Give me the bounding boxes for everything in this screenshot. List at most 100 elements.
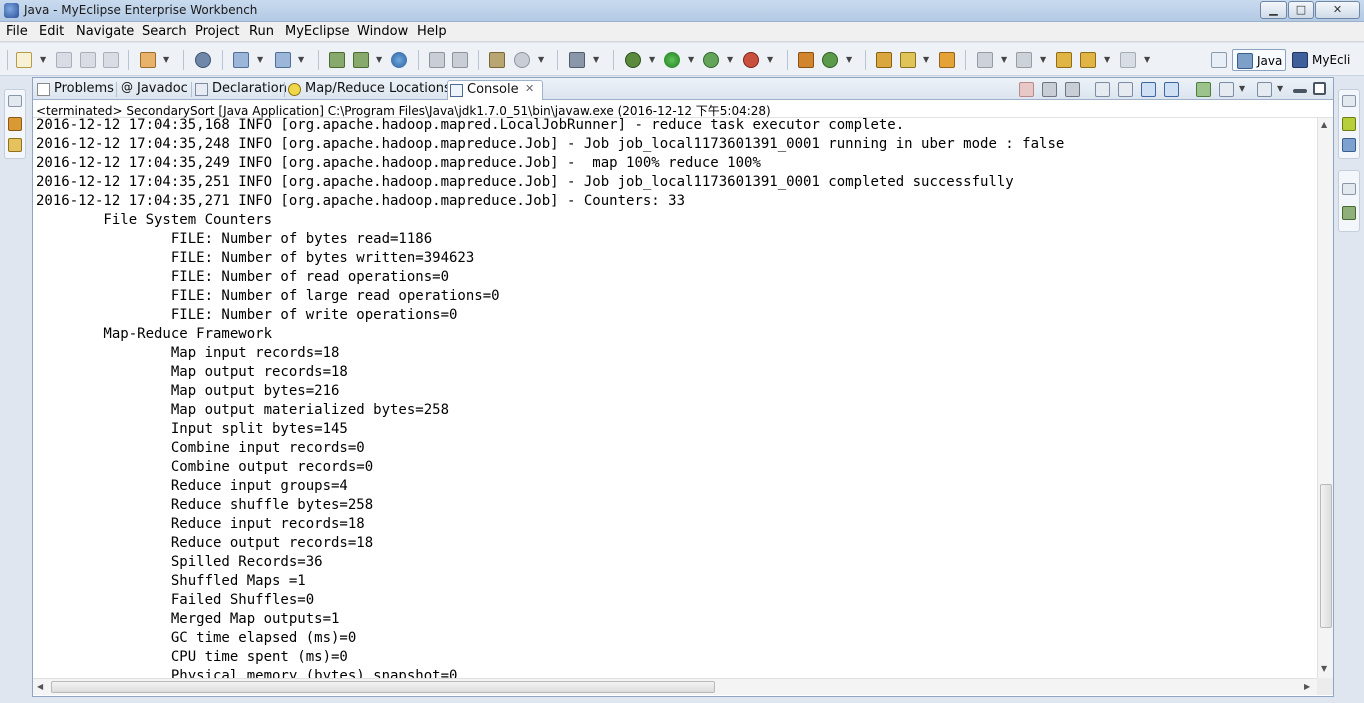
scroll-left-arrow-icon[interactable]: ◀ xyxy=(37,682,43,691)
clear-console-icon[interactable] xyxy=(1095,82,1110,97)
maximize-view-icon[interactable] xyxy=(1313,82,1326,95)
remove-all-terminated-icon[interactable] xyxy=(1065,82,1080,97)
web-service-icon[interactable] xyxy=(489,52,505,68)
open-perspective-icon[interactable] xyxy=(1211,52,1227,68)
hierarchy-icon[interactable] xyxy=(8,138,22,152)
tab-map-reduce-locations[interactable]: Map/Reduce Locations xyxy=(286,80,451,100)
menu-search[interactable]: Search xyxy=(142,24,187,39)
show-on-output-icon[interactable] xyxy=(1141,82,1156,97)
restore-icon[interactable] xyxy=(1342,183,1356,195)
run-icon[interactable] xyxy=(664,52,680,68)
back-nav-icon[interactable] xyxy=(1080,52,1096,68)
open-task-icon[interactable] xyxy=(939,52,955,68)
menu-help[interactable]: Help xyxy=(417,24,447,39)
tab-console[interactable]: Console ✕ xyxy=(447,80,543,100)
forward-icon[interactable] xyxy=(429,52,445,68)
pencil-icon[interactable] xyxy=(900,52,916,68)
vertical-scroll-thumb[interactable] xyxy=(1320,484,1332,628)
print-icon[interactable] xyxy=(103,52,119,68)
deploy-dropdown-icon[interactable]: ▼ xyxy=(257,55,263,64)
minimize-button[interactable]: ▁ xyxy=(1260,1,1287,19)
maximize-button[interactable]: □ xyxy=(1288,1,1314,19)
tab-javadoc[interactable]: @ Javadoc xyxy=(118,80,191,100)
horizontal-scrollbar[interactable]: ◀ ▶ xyxy=(33,678,1317,695)
debug-dropdown-icon[interactable]: ▼ xyxy=(649,55,655,64)
open-folder-icon[interactable] xyxy=(876,52,892,68)
external-tools-dropdown-icon[interactable]: ▼ xyxy=(767,55,773,64)
terminate-icon[interactable] xyxy=(1019,82,1034,97)
horizontal-scroll-thumb[interactable] xyxy=(51,681,715,693)
back-nav-dropdown-icon[interactable]: ▼ xyxy=(1104,55,1110,64)
next-annotation-icon[interactable] xyxy=(977,52,993,68)
save-all-icon[interactable] xyxy=(80,52,96,68)
previous-annotation-dropdown-icon[interactable]: ▼ xyxy=(1040,55,1046,64)
menu-project[interactable]: Project xyxy=(195,24,239,39)
tasks-icon[interactable] xyxy=(1342,206,1356,220)
display-console-icon[interactable] xyxy=(1219,82,1234,97)
open-type-icon[interactable] xyxy=(329,52,345,68)
open-resource-dropdown-icon[interactable]: ▼ xyxy=(376,55,382,64)
run-last-dropdown-icon[interactable]: ▼ xyxy=(727,55,733,64)
previous-annotation-icon[interactable] xyxy=(1016,52,1032,68)
scroll-right-arrow-icon[interactable]: ▶ xyxy=(1304,682,1310,691)
outline-icon[interactable] xyxy=(1342,138,1356,152)
run-server-icon[interactable] xyxy=(275,52,291,68)
restore-icon[interactable] xyxy=(1342,95,1356,107)
new-project-icon[interactable] xyxy=(140,52,156,68)
console-output-area[interactable]: 2016-12-12 17:04:35,168 INFO [org.apache… xyxy=(33,118,1317,678)
menu-myeclipse[interactable]: MyEclipse xyxy=(285,24,350,39)
save-icon[interactable] xyxy=(56,52,72,68)
menu-file[interactable]: File xyxy=(6,24,28,39)
package-explorer-icon[interactable] xyxy=(8,117,22,131)
pin-console-icon[interactable] xyxy=(1196,82,1211,97)
close-button[interactable]: ✕ xyxy=(1315,1,1360,19)
screen-capture-icon[interactable] xyxy=(569,52,585,68)
search-web-dropdown-icon[interactable]: ▼ xyxy=(538,55,544,64)
forward-nav-icon[interactable] xyxy=(1120,52,1136,68)
tab-problems[interactable]: Problems xyxy=(35,80,115,100)
new-class-dropdown-icon[interactable]: ▼ xyxy=(846,55,852,64)
external-tools-icon[interactable] xyxy=(743,52,759,68)
debug-icon[interactable] xyxy=(625,52,641,68)
globe-icon[interactable] xyxy=(391,52,407,68)
deploy-icon[interactable] xyxy=(233,52,249,68)
run-last-icon[interactable] xyxy=(703,52,719,68)
remove-launch-icon[interactable] xyxy=(1042,82,1057,97)
next-annotation-dropdown-icon[interactable]: ▼ xyxy=(1001,55,1007,64)
scroll-lock-icon[interactable] xyxy=(1118,82,1133,97)
perspective-java[interactable]: Java xyxy=(1232,49,1286,71)
menu-edit[interactable]: Edit xyxy=(39,24,64,39)
new-icon[interactable] xyxy=(16,52,32,68)
tab-declaration[interactable]: Declaration xyxy=(193,80,287,100)
open-resource-icon[interactable] xyxy=(353,52,369,68)
last-edit-location-icon[interactable] xyxy=(1056,52,1072,68)
vertical-scrollbar[interactable]: ▲ ▼ xyxy=(1317,118,1333,678)
perspective-myeclipse[interactable]: MyEcli xyxy=(1290,49,1364,71)
new-java-project-icon[interactable] xyxy=(798,52,814,68)
screen-capture-dropdown-icon[interactable]: ▼ xyxy=(593,55,599,64)
menu-window[interactable]: Window xyxy=(357,24,408,39)
scroll-down-arrow-icon[interactable]: ▼ xyxy=(1321,664,1327,673)
leaf-icon[interactable] xyxy=(1342,117,1356,131)
display-console-dropdown-icon[interactable]: ▼ xyxy=(1239,84,1245,93)
new-dropdown-icon[interactable]: ▼ xyxy=(40,55,46,64)
restore-icon[interactable] xyxy=(8,95,22,107)
minimize-view-icon[interactable] xyxy=(1293,89,1307,93)
scroll-up-arrow-icon[interactable]: ▲ xyxy=(1321,120,1327,129)
pencil-dropdown-icon[interactable]: ▼ xyxy=(923,55,929,64)
server-icon[interactable] xyxy=(195,52,211,68)
back-icon[interactable] xyxy=(452,52,468,68)
show-on-error-icon[interactable] xyxy=(1164,82,1179,97)
console-output-text[interactable]: 2016-12-12 17:04:35,168 INFO [org.apache… xyxy=(36,118,1064,678)
open-console-dropdown-icon[interactable]: ▼ xyxy=(1277,84,1283,93)
search-web-icon[interactable] xyxy=(514,52,530,68)
open-console-icon[interactable] xyxy=(1257,82,1272,97)
menu-run[interactable]: Run xyxy=(249,24,274,39)
close-tab-icon[interactable]: ✕ xyxy=(525,82,534,95)
menu-navigate[interactable]: Navigate xyxy=(76,24,134,39)
run-server-dropdown-icon[interactable]: ▼ xyxy=(298,55,304,64)
run-dropdown-icon[interactable]: ▼ xyxy=(688,55,694,64)
new-class-icon[interactable] xyxy=(822,52,838,68)
new-project-dropdown-icon[interactable]: ▼ xyxy=(163,55,169,64)
forward-nav-dropdown-icon[interactable]: ▼ xyxy=(1144,55,1150,64)
